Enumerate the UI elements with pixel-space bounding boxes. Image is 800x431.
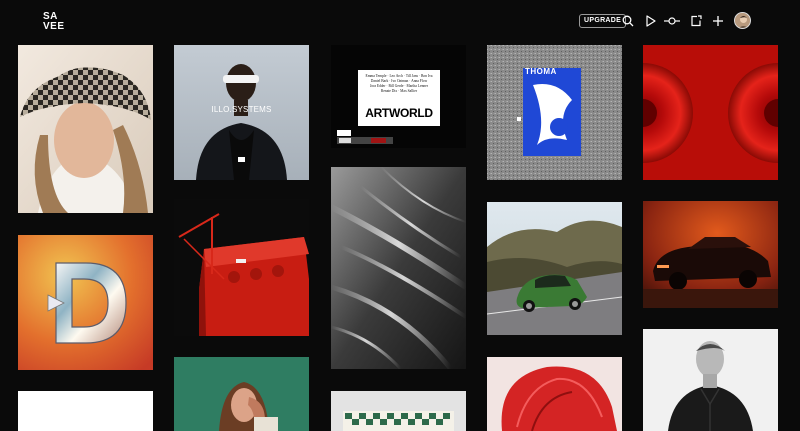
image-tile-checker-pattern[interactable] (331, 391, 466, 431)
image-tile-green-portrait[interactable] (174, 357, 309, 431)
image-tile-red-speakers[interactable] (643, 45, 778, 180)
image-tile-black-liquid[interactable] (331, 167, 466, 369)
image-tile-orange-muscle-car[interactable] (643, 201, 778, 308)
image-tile-bw-man-portrait[interactable] (643, 329, 778, 431)
thomas-book-title: THOMA (525, 67, 557, 76)
artworld-names-row-4: Renate Dix · Max Sallier (380, 89, 418, 93)
image-tile-white[interactable] (18, 391, 153, 431)
artworld-name-list: Emma Temple · Leo Arch · Till Jans · Bon… (359, 74, 439, 94)
image-tile-chrome-letter-d[interactable] (18, 235, 153, 370)
image-tile-illo-systems[interactable]: ILLO.SYSTEMS (174, 45, 309, 180)
image-tile-blue-thomas-book[interactable]: THOMA (487, 45, 622, 180)
image-masonry-grid: ILLO.SYSTEMS Emma Temple · Leo Arch · Ti… (0, 0, 800, 431)
image-tile-red-hair[interactable] (487, 357, 622, 431)
illo-systems-title: ILLO.SYSTEMS (211, 105, 272, 114)
image-tile-checkered-hat-woman[interactable] (18, 45, 153, 213)
image-tile-green-porsche[interactable] (487, 202, 622, 335)
image-tile-red-radio[interactable] (174, 199, 309, 336)
image-tile-artworld-poster[interactable]: Emma Temple · Leo Arch · Till Jans · Bon… (331, 45, 466, 148)
artworld-title: ARTWORLD (365, 106, 433, 120)
